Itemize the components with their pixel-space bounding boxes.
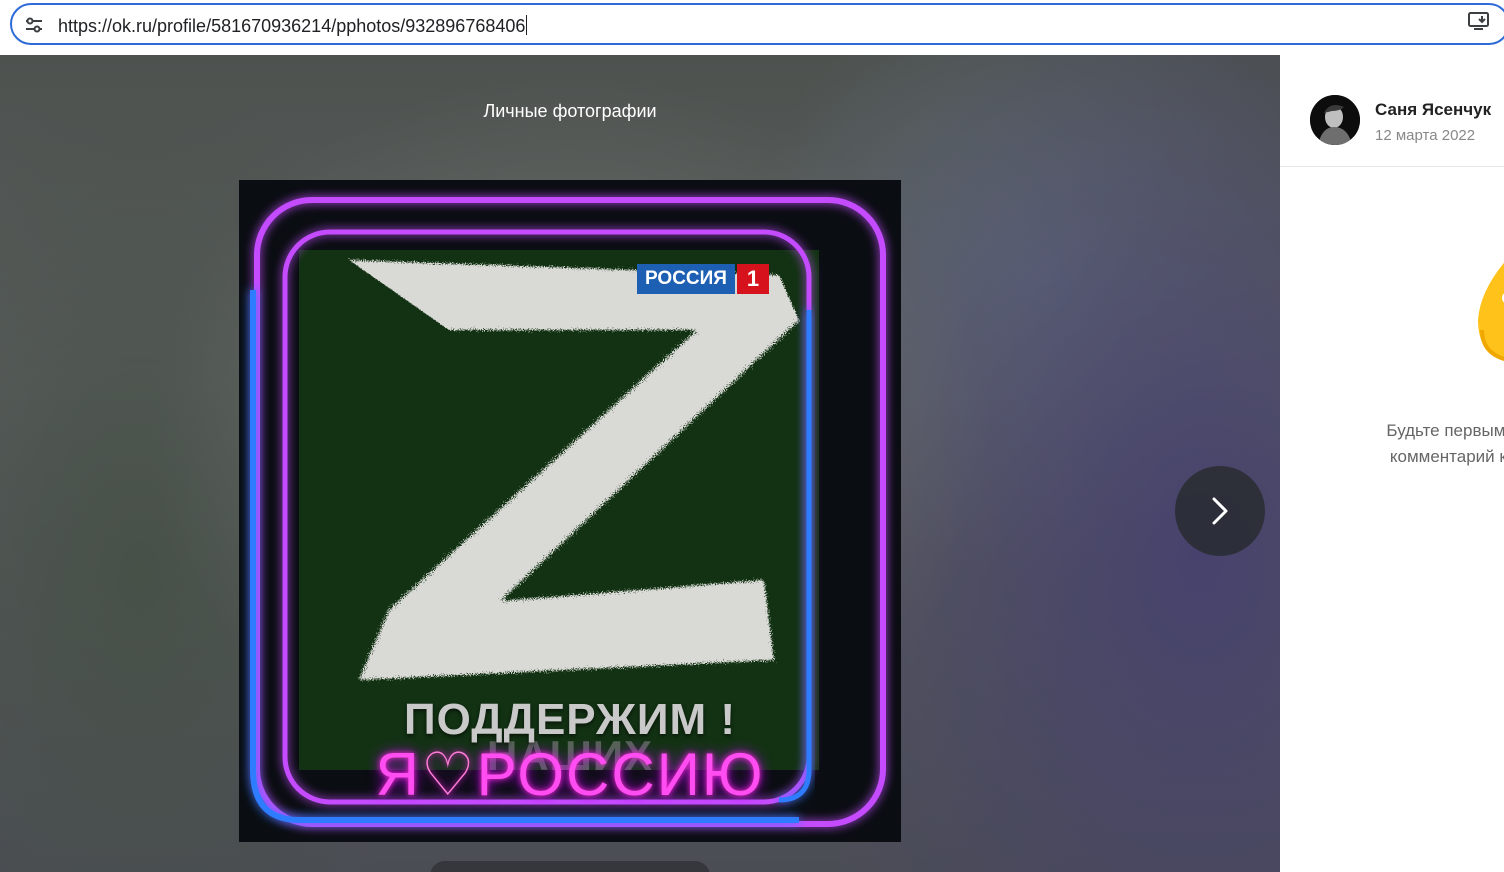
photo[interactable]: РОССИЯ 1 НАШИХ ПОДДЕРЖИМ ! Я♡РОССИЮ [239,180,901,842]
photo-actions-bar[interactable] [430,861,710,872]
url-text[interactable]: https://ok.ru/profile/581670936214/pphot… [58,15,527,37]
address-bar[interactable]: https://ok.ru/profile/581670936214/pphot… [10,3,1504,45]
avatar[interactable] [1310,95,1360,145]
install-app-icon[interactable] [1468,11,1492,31]
channel-logo-text: РОССИЯ [637,264,735,294]
channel-logo: РОССИЯ 1 [637,264,769,294]
author-header: Саня Ясенчук 12 марта 2022 [1280,55,1504,167]
chevron-right-icon [1212,497,1228,525]
empty-comments-text: Будьте первым, кто оставит комментарий к… [1386,421,1504,466]
next-photo-button[interactable] [1175,466,1265,556]
photo-slogan-line2: Я♡РОССИЮ [375,741,765,808]
author-name[interactable]: Саня Ясенчук [1375,100,1491,120]
photo-viewer: Личные фотографии РОССИЯ 1 НАШИХ ПОДДЕРЖ… [0,55,1280,872]
album-title[interactable]: Личные фотографии [0,101,1140,122]
channel-logo-number: 1 [736,264,769,294]
browser-toolbar: https://ok.ru/profile/581670936214/pphot… [0,0,1504,55]
photo-date: 12 марта 2022 [1375,127,1476,144]
tune-icon[interactable] [24,16,44,34]
photo-slogan-line1: ПОДДЕРЖИМ ! [403,695,736,744]
side-panel: Саня Ясенчук 12 марта 2022 Будьте первым… [1280,55,1504,872]
empty-comments-illustration [1478,262,1504,361]
